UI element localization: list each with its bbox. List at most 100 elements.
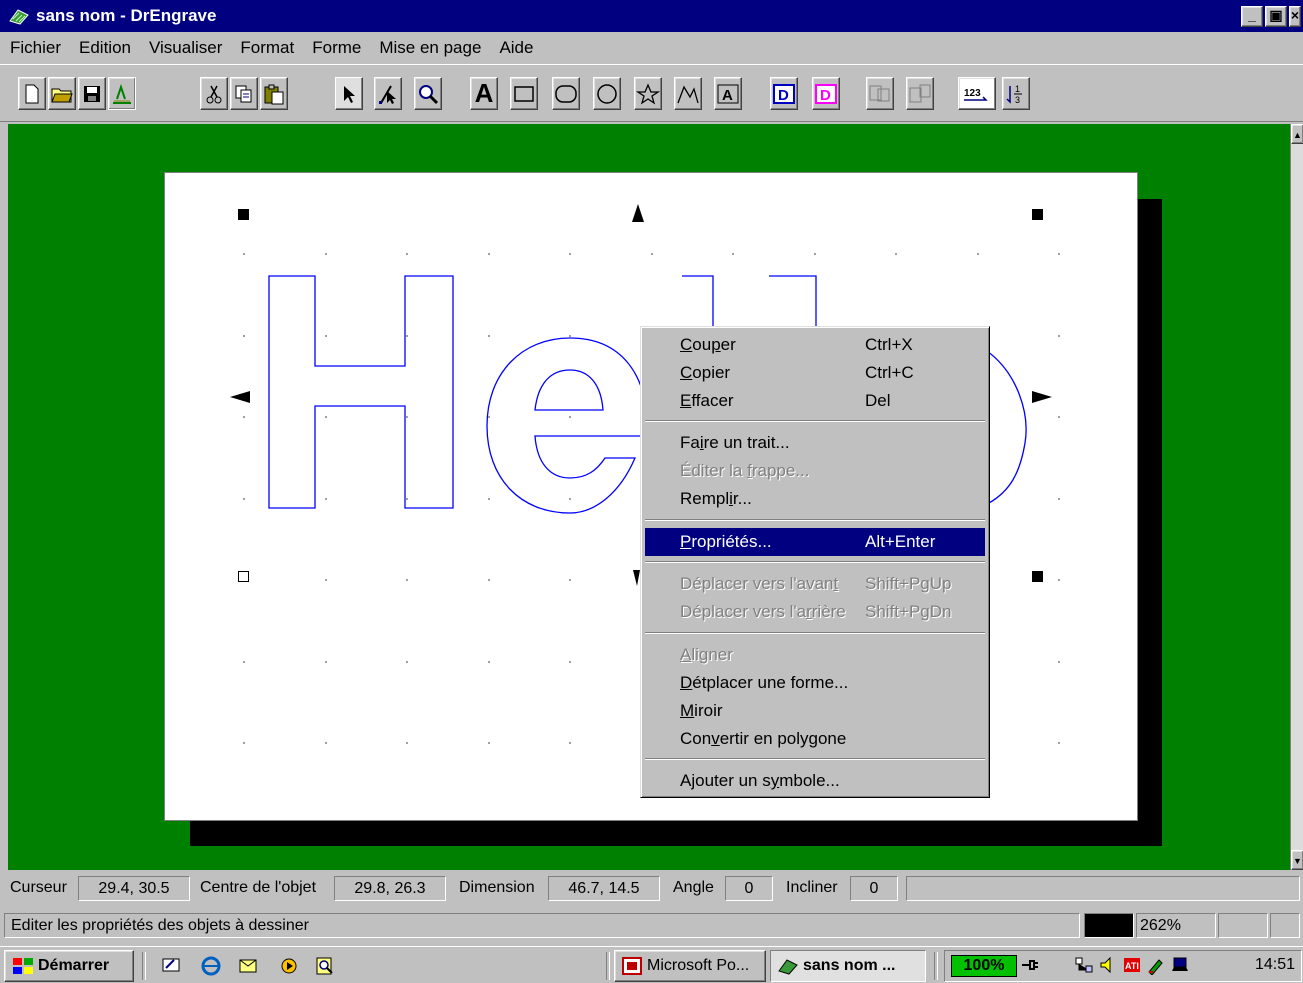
media-icon[interactable] (278, 955, 300, 977)
ctx-remplir[interactable]: Remplir... (645, 485, 985, 513)
handle-top-right[interactable] (1032, 209, 1043, 220)
polyline-tool-icon[interactable] (674, 77, 702, 110)
scroll-up-icon[interactable]: ▲ (1291, 124, 1303, 144)
ctx-deplacer-avant: Déplacer vers l'avant Shift+PgUp (680, 574, 952, 593)
ctx-convertir-polygone[interactable]: Convertir en polygone (645, 725, 985, 753)
ctx-couper[interactable]: Couper Ctrl+X (645, 331, 985, 359)
select-arrow-icon[interactable] (335, 77, 363, 110)
taskbar-divider (934, 952, 938, 980)
numbering-icon[interactable]: 123 (958, 77, 996, 110)
copy-icon[interactable] (230, 77, 258, 110)
scroll-down-icon[interactable]: ▼ (1291, 850, 1303, 870)
text-tool-icon[interactable]: A (470, 77, 498, 110)
menu-fichier[interactable]: Fichier (10, 38, 61, 58)
status-empty-field (1270, 913, 1300, 938)
network-icon[interactable] (1073, 954, 1095, 976)
d-pink-tool-icon[interactable]: D (812, 77, 840, 110)
ctx-faire-un-trait[interactable]: Faire un trait... (645, 429, 985, 457)
cut-icon[interactable] (200, 77, 228, 110)
menu-forme[interactable]: Forme (312, 38, 361, 58)
menu-visualiser[interactable]: Visualiser (149, 38, 222, 58)
ctx-miroir[interactable]: Miroir (645, 697, 985, 725)
handle-top-center[interactable] (631, 203, 645, 223)
outlook-icon[interactable] (238, 955, 260, 977)
window-title: sans nom - DrEngrave (36, 6, 217, 25)
drengrave-icon (778, 959, 798, 975)
ctx-ajouter-symbole[interactable]: Ajouter un symbole... (645, 767, 985, 795)
minimize-button[interactable]: _ (1241, 5, 1263, 27)
svg-text:A: A (722, 87, 733, 104)
ellipse-tool-icon[interactable] (593, 77, 621, 110)
center-value: 29.8, 26.3 (334, 876, 446, 901)
d-tool-icon[interactable]: D (770, 77, 798, 110)
cursor-label: Curseur (10, 879, 67, 896)
ctx-copier[interactable]: Copier Ctrl+C (645, 359, 985, 387)
group-icon[interactable] (866, 77, 894, 110)
new-file-icon[interactable] (18, 77, 46, 110)
fraction-icon[interactable]: 13 (1002, 77, 1030, 110)
paste-icon[interactable] (260, 77, 288, 110)
star-tool-icon[interactable] (634, 77, 662, 110)
handle-left-center[interactable] (229, 390, 251, 404)
vertical-scrollbar[interactable]: ▲ ▼ (1290, 124, 1303, 870)
volume-icon[interactable] (1097, 954, 1119, 976)
menu-aide[interactable]: Aide (499, 38, 533, 58)
zoom-icon[interactable] (414, 77, 442, 110)
laptop-icon[interactable] (1169, 954, 1191, 976)
title-bar: sans nom - DrEngrave _ ▣ × (0, 0, 1303, 32)
task-microsoft-powerpoint[interactable]: Microsoft Po... (614, 950, 766, 982)
status-empty-field (906, 876, 1300, 901)
status-empty-field (1218, 913, 1268, 938)
close-button[interactable]: × (1289, 5, 1301, 27)
desktop-icon[interactable] (160, 955, 182, 977)
svg-text:3: 3 (1015, 95, 1020, 105)
powerpoint-icon (622, 957, 642, 975)
restore-button[interactable]: ▣ (1265, 5, 1287, 27)
svg-text:1: 1 (1015, 84, 1020, 94)
ctx-deplacer-arriere: Déplacer vers l'arrière Shift+PgDn (680, 602, 952, 621)
rounded-rect-tool-icon[interactable] (552, 77, 580, 110)
menu-mise-en-page[interactable]: Mise en page (379, 38, 481, 58)
toolbar: A A D D 123 13 (0, 64, 1303, 122)
ie-icon[interactable] (200, 955, 222, 977)
start-button[interactable]: Démarrer (4, 950, 134, 982)
status-hint: Editer les propriétés des objets à dessi… (4, 913, 1080, 938)
ati-icon[interactable]: ATI (1121, 954, 1143, 976)
cursor-value: 29.4, 30.5 (78, 876, 190, 901)
menu-separator (645, 519, 985, 521)
taskbar-divider (606, 952, 610, 980)
clock: 14:51 (1255, 956, 1296, 973)
start-label: Démarrer (38, 957, 110, 974)
plug-icon[interactable] (1019, 954, 1041, 976)
dimension-value: 46.7, 14.5 (548, 876, 660, 901)
rectangle-tool-icon[interactable] (510, 77, 538, 110)
ctx-deplacer-forme[interactable]: Détplacer une forme... (645, 669, 985, 697)
menu-format[interactable]: Format (240, 38, 294, 58)
save-icon[interactable] (78, 77, 106, 110)
svg-text:ATI: ATI (1125, 961, 1139, 971)
handle-right-center[interactable] (1031, 390, 1053, 404)
menu-separator (645, 420, 985, 422)
ungroup-icon[interactable] (906, 77, 934, 110)
search-icon[interactable] (314, 955, 336, 977)
app-icon (8, 7, 30, 25)
battery-level: 100% (951, 955, 1017, 977)
menu-edition[interactable]: Edition (79, 38, 131, 58)
ctx-proprietes[interactable]: Propriétés... Alt+Enter (645, 528, 985, 556)
open-folder-icon[interactable] (48, 77, 76, 110)
edit-icon[interactable] (1145, 954, 1167, 976)
engrave-icon[interactable] (108, 77, 136, 110)
text-frame-tool-icon[interactable]: A (714, 77, 742, 110)
ctx-effacer[interactable]: Effacer Del (645, 387, 985, 415)
handle-bottom-left[interactable] (238, 571, 249, 582)
status-fields: Curseur 29.4, 30.5 Centre de l'objet 29.… (0, 873, 1303, 905)
svg-text:D: D (820, 87, 831, 104)
task-drengrave[interactable]: sans nom ... (770, 950, 926, 982)
handle-bottom-right[interactable] (1032, 571, 1043, 582)
angle-label: Angle (673, 879, 714, 896)
menu-separator (645, 758, 985, 760)
handle-top-left[interactable] (238, 209, 249, 220)
incline-label: Incliner (786, 879, 838, 896)
menu-separator (645, 561, 985, 563)
node-edit-icon[interactable] (374, 77, 402, 110)
